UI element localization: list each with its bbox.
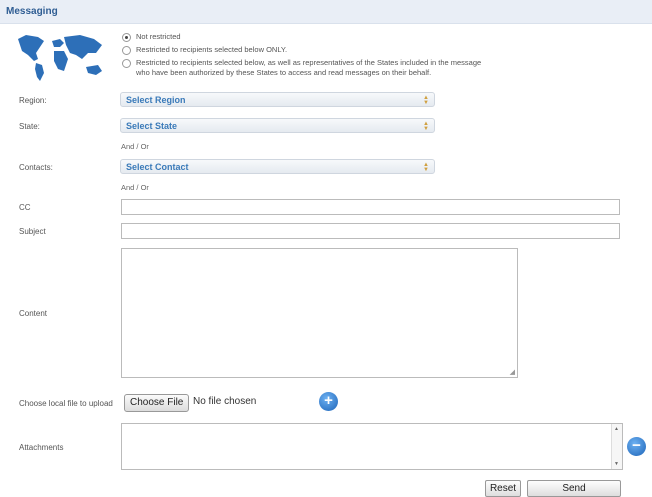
scroll-up-icon[interactable]: ▲ — [614, 426, 619, 432]
minus-circle-icon[interactable]: − — [627, 437, 646, 456]
resize-grip-icon[interactable]: ◢ — [510, 368, 515, 376]
plus-circle-icon[interactable]: + — [319, 392, 338, 411]
state-select-value: Select State — [126, 121, 178, 131]
upload-label: Choose local file to upload — [19, 399, 113, 408]
radio-button[interactable] — [122, 59, 131, 68]
scroll-down-icon[interactable]: ▼ — [614, 461, 619, 467]
cc-input[interactable] — [121, 199, 620, 215]
and-or-text: And / Or — [121, 183, 149, 192]
content-label: Content — [19, 309, 48, 318]
select-arrows-icon: ▲ ▼ — [423, 162, 429, 173]
send-button[interactable]: Send — [527, 480, 621, 497]
attachments-list[interactable]: ▲ ▼ — [121, 423, 623, 470]
select-arrows-icon: ▲ ▼ — [423, 121, 429, 132]
subject-label: Subject — [19, 227, 46, 236]
select-arrows-icon: ▲ ▼ — [423, 95, 429, 106]
attachments-scrollbar[interactable]: ▲ ▼ — [611, 424, 622, 469]
file-status-text: No file chosen — [193, 396, 257, 407]
region-select-value: Select Region — [126, 95, 186, 105]
section-header: Messaging — [0, 0, 652, 24]
and-or-text: And / Or — [121, 142, 149, 151]
attachments-label: Attachments — [19, 443, 64, 452]
content-textarea[interactable]: ◢ — [121, 248, 518, 378]
contacts-label: Contacts: — [19, 163, 53, 172]
subject-input[interactable] — [121, 223, 620, 239]
region-label: Region: — [19, 96, 47, 105]
radio-button[interactable] — [122, 33, 131, 42]
state-label: State: — [19, 122, 40, 131]
state-select[interactable]: Select State ▲ ▼ — [120, 118, 435, 133]
radio-label-line2: who have been authorized by these States… — [136, 68, 432, 77]
radio-label: Not restricted — [136, 32, 181, 41]
radio-label: Restricted to recipients selected below,… — [136, 58, 482, 67]
contacts-select-value: Select Contact — [126, 162, 189, 172]
choose-file-button[interactable]: Choose File — [124, 394, 190, 412]
section-title: Messaging — [6, 6, 58, 17]
reset-button[interactable]: Reset — [485, 480, 521, 497]
contacts-select[interactable]: Select Contact ▲ ▼ — [120, 159, 435, 174]
radio-button[interactable] — [122, 46, 131, 55]
radio-not-restricted[interactable]: Not restricted — [122, 32, 181, 42]
radio-restricted-with-representatives[interactable]: Restricted to recipients selected below,… — [122, 58, 481, 78]
region-select[interactable]: Select Region ▲ ▼ — [120, 92, 435, 107]
radio-restricted-only[interactable]: Restricted to recipients selected below … — [122, 45, 287, 55]
world-map-icon — [18, 35, 102, 81]
radio-label: Restricted to recipients selected below … — [136, 45, 288, 54]
cc-label: CC — [19, 203, 31, 212]
